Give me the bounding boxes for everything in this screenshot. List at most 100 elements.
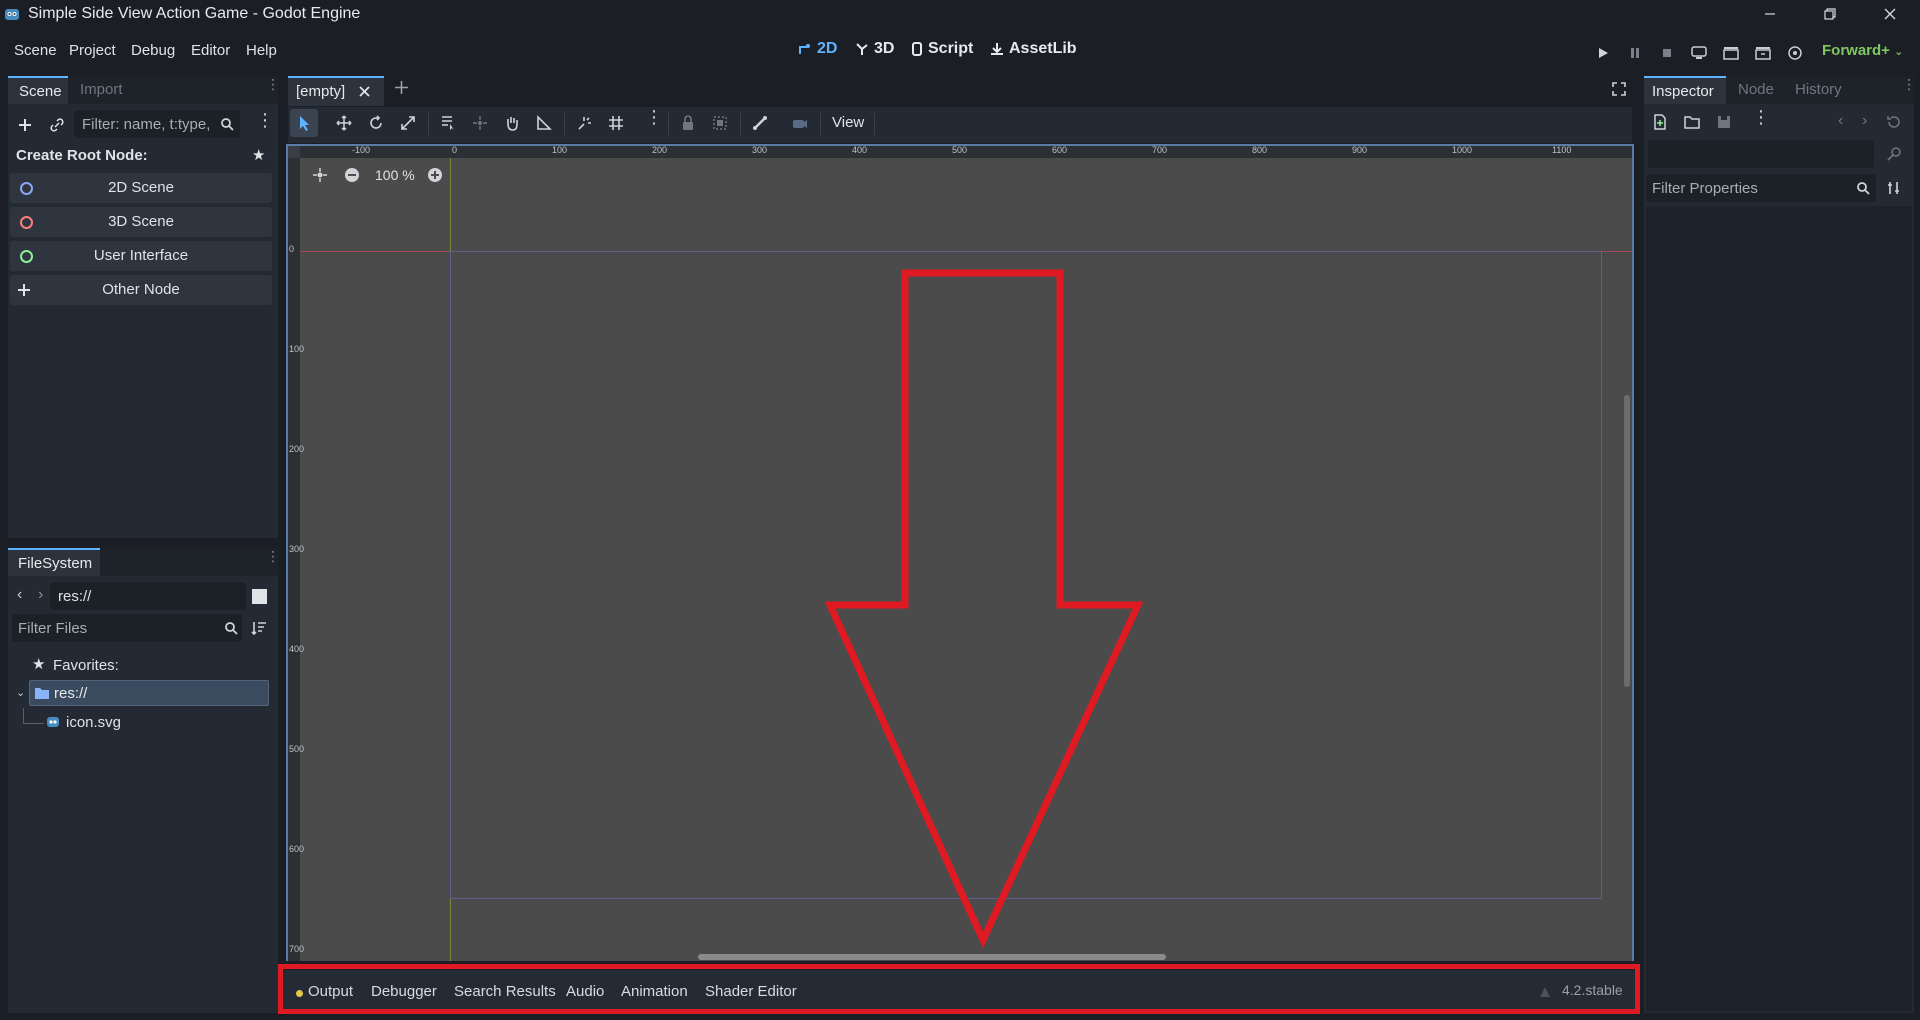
- lock-icon[interactable]: [680, 115, 696, 131]
- new-resource-icon[interactable]: [1652, 114, 1668, 130]
- group-icon[interactable]: [712, 115, 728, 131]
- filter-properties-input[interactable]: Filter Properties: [1646, 174, 1876, 202]
- ruler-label: 600: [1052, 145, 1068, 155]
- dock-menu-icon[interactable]: ⋮: [1902, 77, 1916, 91]
- play-button[interactable]: [1590, 42, 1616, 64]
- zoom-in-icon[interactable]: [427, 167, 443, 183]
- ruler-corner: [288, 146, 300, 158]
- play-current-scene-button[interactable]: [1718, 42, 1744, 64]
- fullscreen-icon: [1612, 82, 1626, 96]
- root-other-node-button[interactable]: Other Node: [10, 275, 272, 305]
- scene-filter-input[interactable]: Filter: name, t:type,: [74, 110, 240, 138]
- vertical-scrollbar[interactable]: [1624, 395, 1630, 687]
- history-forward-icon[interactable]: ›: [1862, 112, 1867, 130]
- select-mode-button[interactable]: [290, 109, 318, 137]
- distraction-free-button[interactable]: [1612, 82, 1626, 96]
- split-mode-icon[interactable]: [252, 589, 267, 604]
- root-2d-scene-button[interactable]: 2D Scene: [10, 173, 272, 203]
- tab-import[interactable]: Import: [80, 81, 123, 98]
- save-icon[interactable]: [1716, 114, 1732, 130]
- inspector-options-icon[interactable]: ⋮: [1752, 108, 1770, 126]
- tab-scene[interactable]: Scene: [8, 76, 68, 104]
- tab-node[interactable]: Node: [1738, 81, 1774, 98]
- tool-separator: [874, 113, 875, 135]
- menu-scene[interactable]: Scene: [14, 42, 57, 59]
- snap-options-icon[interactable]: ⋮: [645, 108, 663, 126]
- restore-button[interactable]: [1800, 0, 1860, 28]
- move-mode-icon[interactable]: [336, 115, 352, 131]
- favorites-label[interactable]: Favorites:: [53, 657, 119, 674]
- root-user-interface-button[interactable]: User Interface: [10, 241, 272, 271]
- minimize-button[interactable]: [1740, 0, 1800, 28]
- files-filter-input[interactable]: Filter Files: [12, 614, 242, 642]
- close-window-button[interactable]: [1860, 0, 1920, 28]
- center-view-icon[interactable]: [312, 167, 328, 183]
- dock-menu-icon[interactable]: ⋮: [266, 549, 280, 563]
- root-3d-scene-label: 3D Scene: [108, 213, 174, 230]
- remote-debug-button[interactable]: [1686, 42, 1712, 64]
- rotate-mode-icon[interactable]: [368, 115, 384, 131]
- workspace-assetlib-button[interactable]: AssetLib: [990, 40, 1077, 58]
- menu-project[interactable]: Project: [69, 42, 116, 59]
- horizontal-scrollbar[interactable]: [698, 954, 1166, 960]
- play-custom-scene-button[interactable]: [1750, 42, 1776, 64]
- pan-mode-icon[interactable]: [504, 115, 520, 131]
- pause-button[interactable]: [1622, 42, 1648, 64]
- search-icon: [1856, 181, 1870, 195]
- menu-help[interactable]: Help: [246, 42, 277, 59]
- skeleton-bone-icon[interactable]: [752, 115, 768, 131]
- tab-inspector[interactable]: Inspector: [1644, 76, 1726, 104]
- tool-separator: [564, 113, 565, 135]
- renderer-label: Forward+: [1822, 42, 1890, 59]
- object-history-icon[interactable]: [1886, 114, 1902, 130]
- close-icon[interactable]: [358, 85, 371, 98]
- tab-filesystem-label: FileSystem: [18, 555, 93, 572]
- res-root-row[interactable]: res://: [29, 680, 269, 706]
- camera-override-icon[interactable]: [792, 115, 808, 131]
- movie-maker-button[interactable]: [1782, 42, 1808, 64]
- filter-properties-placeholder: Filter Properties: [1652, 180, 1758, 197]
- new-scene-tab-button[interactable]: [394, 80, 409, 95]
- tree-expand-chevron-icon[interactable]: ⌄: [16, 686, 25, 699]
- scale-mode-icon[interactable]: [400, 115, 416, 131]
- canvas-toolbar: [288, 107, 1632, 143]
- pivot-mode-icon[interactable]: [472, 115, 488, 131]
- renderer-select[interactable]: Forward+ ⌄: [1822, 42, 1903, 59]
- workspace-script-button[interactable]: Script: [911, 40, 973, 58]
- ruler-label: 200: [289, 444, 305, 454]
- menu-debug[interactable]: Debug: [131, 42, 175, 59]
- stop-button[interactable]: [1654, 42, 1680, 64]
- favorite-star-icon[interactable]: ★: [252, 146, 265, 164]
- add-node-button[interactable]: [14, 114, 36, 136]
- doc-search-icon[interactable]: [1886, 146, 1902, 162]
- view-menu[interactable]: View: [832, 114, 864, 131]
- scene-options-icon[interactable]: ⋮: [256, 111, 274, 129]
- tab-empty-scene[interactable]: [empty]: [288, 76, 384, 106]
- open-folder-icon[interactable]: [1684, 114, 1700, 130]
- back-arrow-icon[interactable]: ‹: [17, 586, 22, 604]
- ruler-label: 300: [752, 145, 768, 155]
- zoom-out-icon[interactable]: [344, 167, 360, 183]
- grid-snap-icon[interactable]: [608, 115, 624, 131]
- history-back-icon[interactable]: ‹: [1838, 112, 1843, 130]
- dock-menu-icon[interactable]: ⋮: [266, 77, 280, 91]
- file-row-icon-svg[interactable]: icon.svg: [45, 712, 245, 736]
- tool-separator: [428, 113, 429, 135]
- list-select-icon[interactable]: [440, 115, 456, 131]
- property-sort-icon[interactable]: [1886, 180, 1902, 196]
- root-3d-scene-button[interactable]: 3D Scene: [10, 207, 272, 237]
- menu-editor[interactable]: Editor: [191, 42, 230, 59]
- zoom-reset-label[interactable]: 100 %: [375, 167, 415, 183]
- ruler-mode-icon[interactable]: [536, 115, 552, 131]
- root-user-interface-label: User Interface: [93, 247, 189, 264]
- instantiate-scene-button[interactable]: [46, 114, 68, 136]
- path-field[interactable]: res://: [50, 582, 246, 610]
- smart-snap-icon[interactable]: [576, 115, 592, 131]
- workspace-2d-button[interactable]: 2D: [798, 40, 837, 58]
- tab-filesystem[interactable]: FileSystem: [8, 548, 100, 576]
- workspace-3d-button[interactable]: 3D: [855, 40, 894, 58]
- annotation-down-arrow: [820, 268, 1150, 948]
- tab-history[interactable]: History: [1795, 81, 1842, 98]
- sort-icon[interactable]: [251, 620, 267, 636]
- forward-arrow-icon[interactable]: ›: [38, 586, 43, 604]
